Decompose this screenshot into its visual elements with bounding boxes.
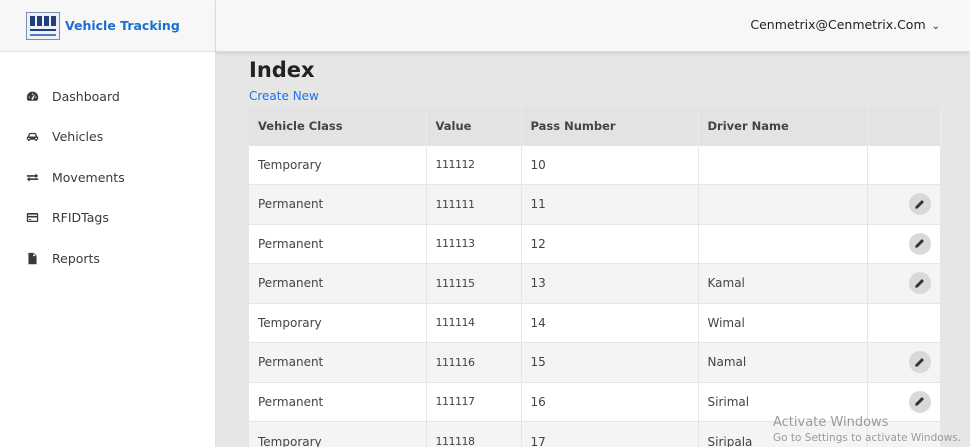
file-icon (24, 251, 40, 265)
table-row: Permanent 111113 12 (249, 223, 941, 264)
cell-vehicle-class: Permanent (249, 263, 427, 303)
pencil-icon (915, 239, 924, 248)
table-row: Permanent 111117 16 Sirimal (249, 381, 941, 422)
user-email: Cenmetrix@Cenmetrix.Com (750, 17, 926, 32)
cell-actions (867, 342, 941, 382)
cell-actions (867, 302, 941, 343)
cell-driver-name: Sirimal (698, 381, 868, 422)
cell-driver-name (698, 144, 868, 185)
main-content: Index Create New Vehicle Class Value Pas… (249, 55, 941, 447)
cell-pass-number: 11 (521, 184, 699, 224)
cell-pass-number: 12 (521, 223, 699, 264)
sidebar-item-dashboard[interactable]: Dashboard (0, 76, 215, 117)
cell-actions (867, 144, 941, 185)
brand-title: Vehicle Tracking (65, 18, 180, 33)
sidebar-item-label: Vehicles (52, 129, 104, 145)
edit-button[interactable] (908, 272, 931, 295)
pencil-icon (915, 278, 924, 288)
cell-value: 111113 (426, 223, 522, 264)
cell-driver-name: Siripala (698, 421, 868, 447)
brand[interactable]: Vehicle Tracking (0, 0, 215, 52)
cell-vehicle-class: Permanent (249, 381, 427, 422)
create-new-link[interactable]: Create New (249, 89, 319, 105)
cell-actions (867, 421, 941, 447)
credit-card-icon (24, 211, 40, 225)
cell-value: 111117 (426, 381, 522, 422)
cell-actions (867, 223, 941, 264)
cell-driver-name: Kamal (698, 263, 868, 303)
cell-actions (867, 381, 941, 422)
cell-driver-name (698, 223, 868, 264)
cell-value: 111114 (426, 302, 522, 343)
sidebar-item-rfidtags[interactable]: RFIDTags (0, 198, 215, 239)
vehicle-table: Vehicle Class Value Pass Number Driver N… (249, 107, 941, 447)
sidebar-item-label: Reports (52, 250, 100, 266)
cell-driver-name (698, 184, 868, 224)
sidebar-item-label: Movements (52, 169, 125, 185)
sidebar-nav: Dashboard Vehicles Movements RFIDTags Re… (0, 76, 215, 279)
company-logo-icon (26, 11, 60, 40)
sidebar: Vehicle Tracking Dashboard Vehicles Move… (0, 0, 216, 447)
pencil-icon (915, 199, 924, 209)
cell-pass-number: 13 (521, 263, 699, 303)
table-row: Temporary 111118 17 Siripala (249, 421, 941, 447)
cell-value: 111111 (426, 184, 522, 224)
cell-value: 111118 (426, 421, 522, 447)
table-header-row: Vehicle Class Value Pass Number Driver N… (249, 107, 941, 145)
sidebar-item-label: Dashboard (52, 88, 120, 104)
sidebar-item-reports[interactable]: Reports (0, 238, 215, 279)
cell-actions (867, 263, 941, 303)
table-row: Temporary 111114 14 Wimal (249, 302, 941, 343)
table-row: Permanent 111116 15 Namal (249, 342, 941, 382)
cell-vehicle-class: Temporary (249, 421, 427, 447)
user-menu[interactable]: Cenmetrix@Cenmetrix.Com ⌄ (750, 17, 940, 32)
cell-value: 111116 (426, 342, 522, 382)
cell-pass-number: 10 (521, 144, 699, 185)
dashboard-icon (24, 89, 40, 103)
cell-vehicle-class: Temporary (249, 144, 427, 185)
edit-button[interactable] (908, 193, 931, 216)
cell-pass-number: 14 (521, 302, 699, 343)
car-icon (24, 130, 40, 144)
column-header-vehicle-class[interactable]: Vehicle Class (249, 107, 427, 145)
column-header-actions (867, 107, 941, 145)
column-header-value[interactable]: Value (426, 107, 522, 145)
exchange-icon (24, 170, 40, 184)
pencil-icon (915, 397, 924, 406)
cell-pass-number: 16 (521, 381, 699, 422)
column-header-pass-number[interactable]: Pass Number (521, 107, 699, 145)
edit-button[interactable] (908, 232, 931, 255)
cell-value: 111115 (426, 263, 522, 303)
table-row: Temporary 111112 10 (249, 144, 941, 185)
cell-driver-name: Namal (698, 342, 868, 382)
sidebar-item-label: RFIDTags (52, 210, 109, 226)
table-row: Permanent 111115 13 Kamal (249, 263, 941, 303)
cell-vehicle-class: Permanent (249, 223, 427, 264)
cell-driver-name: Wimal (698, 302, 868, 343)
edit-button[interactable] (908, 390, 931, 413)
sidebar-item-vehicles[interactable]: Vehicles (0, 117, 215, 158)
sidebar-item-movements[interactable]: Movements (0, 157, 215, 198)
column-header-driver-name[interactable]: Driver Name (698, 107, 868, 145)
cell-pass-number: 17 (521, 421, 699, 447)
pencil-icon (915, 357, 924, 367)
edit-button[interactable] (908, 351, 931, 374)
cell-pass-number: 15 (521, 342, 699, 382)
table-row: Permanent 111111 11 (249, 184, 941, 224)
cell-actions (867, 184, 941, 224)
cell-value: 111112 (426, 144, 522, 185)
cell-vehicle-class: Permanent (249, 184, 427, 224)
top-navbar: Cenmetrix@Cenmetrix.Com ⌄ (216, 0, 970, 52)
page-title: Index (249, 58, 315, 82)
chevron-down-icon: ⌄ (931, 21, 940, 32)
cell-vehicle-class: Permanent (249, 342, 427, 382)
cell-vehicle-class: Temporary (249, 302, 427, 343)
